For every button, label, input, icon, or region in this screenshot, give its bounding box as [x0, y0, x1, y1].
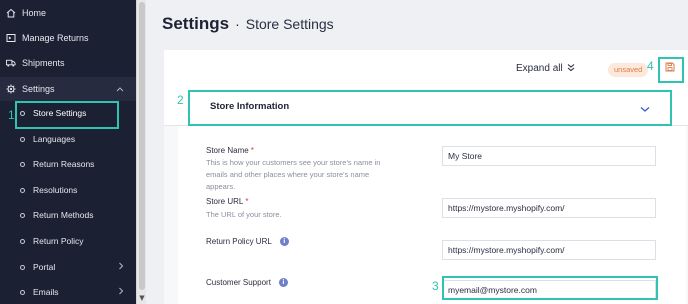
bullet-icon — [20, 161, 25, 167]
settings-card: Expand all unsaved Store Information Sto… — [164, 50, 688, 304]
sidebar-subitem-label: Return Methods — [33, 210, 94, 220]
sidebar-subitem-label: Languages — [33, 134, 76, 144]
annotation-number-2: 2 — [177, 93, 184, 107]
sidebar-subitem-return-reasons[interactable]: Return Reasons — [0, 152, 136, 176]
sidebar-subitem-languages[interactable]: Languages — [0, 127, 136, 151]
sidebar-item-settings[interactable]: Settings — [0, 77, 136, 101]
sidebar-subitem-label: Return Policy — [33, 236, 84, 246]
highlight-box-customer-support — [442, 276, 658, 300]
chevron-right-icon — [118, 262, 124, 272]
required-marker: * — [250, 146, 254, 155]
bullet-icon — [20, 212, 25, 218]
return-policy-url-label-text: Return Policy URL — [206, 237, 272, 246]
info-icon[interactable]: i — [278, 278, 288, 287]
app-root: Home Manage Returns Shipments Settings S… — [0, 0, 688, 304]
page-title: Settings · Store Settings — [162, 14, 334, 34]
bullet-icon — [20, 187, 25, 193]
highlight-box-save-button — [658, 57, 684, 83]
sidebar-subitem-emails[interactable]: Emails — [0, 280, 136, 304]
sidebar-subitem-label: Return Reasons — [33, 159, 95, 169]
store-url-label-text: Store URL — [206, 197, 244, 206]
sidebar-subitem-return-policy[interactable]: Return Policy — [0, 229, 136, 253]
sidebar-item-shipments[interactable]: Shipments — [0, 51, 136, 75]
home-icon — [6, 8, 16, 18]
store-url-help: The URL of your store. — [206, 210, 282, 219]
return-policy-url-label: Return Policy URL i — [206, 237, 289, 246]
customer-support-label: Customer Support i — [206, 278, 288, 287]
title-separator: · — [235, 16, 240, 32]
scroll-down-arrow-icon[interactable]: ▼ — [138, 294, 146, 302]
sidebar: Home Manage Returns Shipments Settings S… — [0, 0, 136, 304]
highlight-box-store-information — [188, 90, 672, 126]
unsaved-badge: unsaved — [608, 63, 649, 77]
page-title-main: Settings — [162, 14, 230, 33]
chevron-right-icon — [118, 287, 124, 297]
page-subtitle: Store Settings — [245, 16, 334, 32]
highlight-box-store-settings — [15, 101, 119, 129]
store-name-label: Store Name * — [206, 146, 254, 155]
sidebar-item-label: Settings — [22, 84, 55, 94]
bullet-icon — [20, 264, 25, 270]
store-url-label: Store URL * — [206, 197, 248, 206]
chevron-up-icon — [116, 85, 124, 94]
annotation-number-4: 4 — [647, 59, 654, 73]
return-policy-url-input[interactable] — [442, 240, 656, 260]
sidebar-item-label: Shipments — [22, 58, 65, 68]
store-name-help: This is how your customers see your stor… — [206, 158, 381, 191]
bullet-icon — [20, 238, 25, 244]
expand-all-label: Expand all — [516, 63, 563, 74]
returns-box-icon — [6, 33, 16, 43]
card-toolbar: Expand all unsaved — [164, 50, 688, 90]
required-marker: * — [245, 197, 249, 206]
info-icon[interactable]: i — [279, 237, 289, 246]
store-url-input[interactable] — [442, 198, 656, 218]
annotation-number-3: 3 — [432, 279, 439, 293]
sidebar-subitem-portal[interactable]: Portal — [0, 255, 136, 279]
scrollbar-thumb[interactable] — [139, 2, 145, 290]
annotation-number-1: 1 — [8, 108, 15, 122]
gear-icon — [6, 84, 16, 94]
bullet-icon — [20, 136, 25, 142]
sidebar-scrollbar[interactable]: ▼ — [136, 0, 146, 304]
sidebar-item-label: Manage Returns — [22, 33, 89, 43]
store-name-label-text: Store Name — [206, 146, 249, 155]
sidebar-subitem-label: Emails — [33, 287, 59, 297]
sidebar-subitem-label: Resolutions — [33, 185, 78, 195]
sidebar-subitem-label: Portal — [33, 262, 56, 272]
double-chevron-down-icon — [567, 63, 575, 74]
sidebar-subitem-return-methods[interactable]: Return Methods — [0, 203, 136, 227]
sidebar-subitem-resolutions[interactable]: Resolutions — [0, 178, 136, 202]
store-name-input[interactable] — [442, 146, 656, 166]
customer-support-label-text: Customer Support — [206, 278, 271, 287]
expand-all-button[interactable]: Expand all — [516, 63, 575, 74]
sidebar-item-label: Home — [22, 8, 47, 18]
sidebar-item-home[interactable]: Home — [0, 1, 136, 25]
bullet-icon — [20, 289, 25, 295]
truck-icon — [6, 58, 16, 68]
sidebar-item-manage-returns[interactable]: Manage Returns — [0, 26, 136, 50]
